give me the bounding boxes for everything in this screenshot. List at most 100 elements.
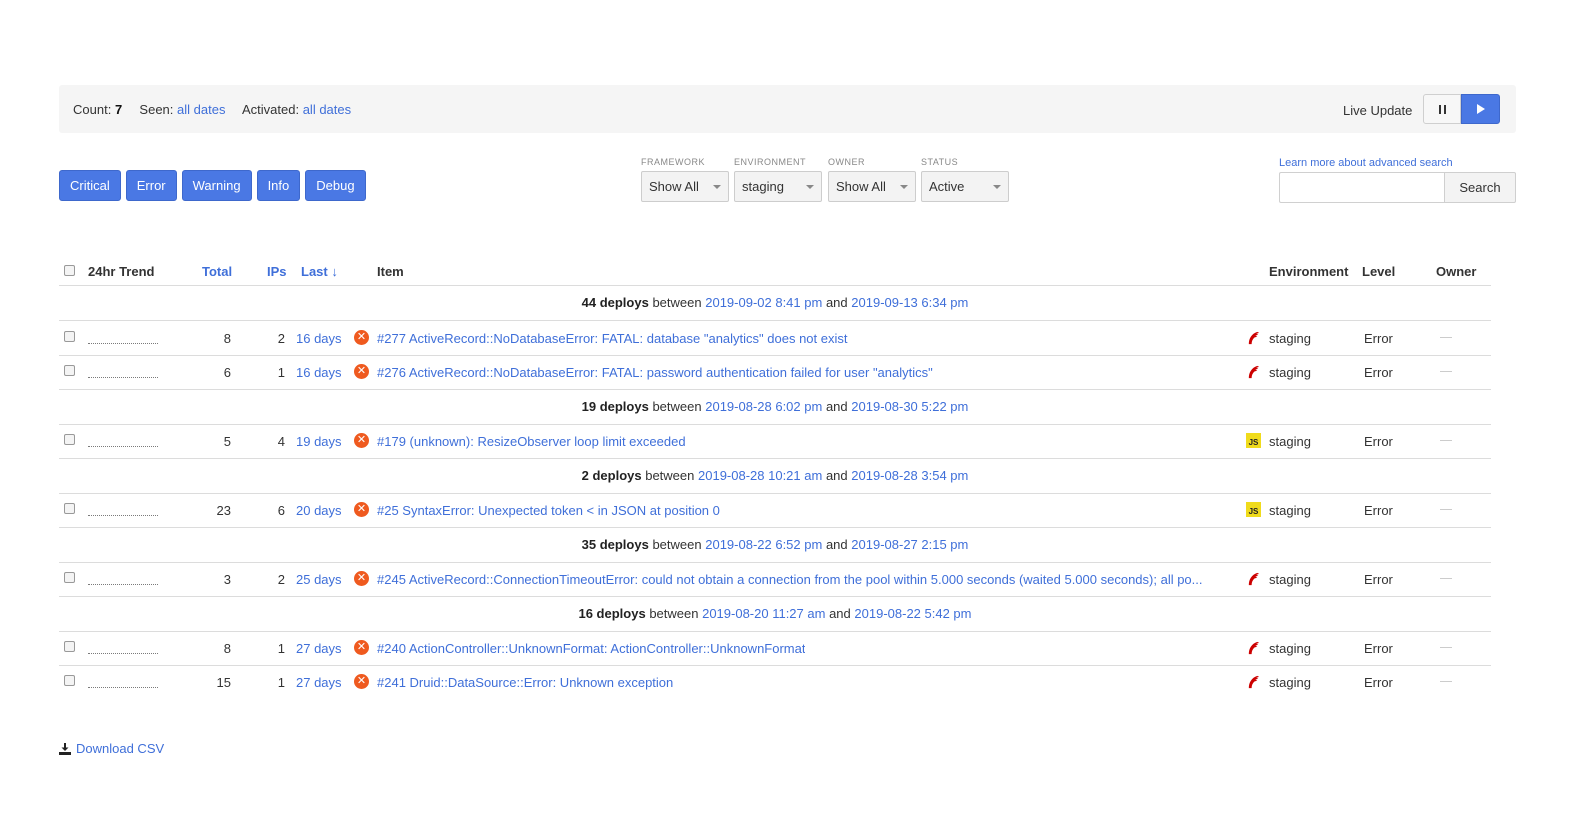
deploy-from-link[interactable]: 2019-08-20 11:27 am — [702, 606, 825, 621]
count-label: Count: — [73, 102, 112, 117]
chevron-down-icon — [806, 185, 814, 189]
deploy-count: 35 deploys — [581, 537, 649, 552]
live-update-controls — [1423, 94, 1500, 124]
deploy-to-link[interactable]: 2019-08-28 3:54 pm — [851, 468, 968, 483]
header-trend: 24hr Trend — [88, 264, 155, 279]
javascript-icon: JS — [1246, 502, 1261, 517]
deploy-from-link[interactable]: 2019-09-02 8:41 pm — [705, 295, 822, 310]
level-critical-button[interactable]: Critical — [59, 170, 121, 201]
row-level: Error — [1364, 365, 1393, 380]
deploy-to-link[interactable]: 2019-08-27 2:15 pm — [851, 537, 968, 552]
row-item-title[interactable]: #277 ActiveRecord::NoDatabaseError: FATA… — [377, 331, 848, 346]
error-level-icon: ✕ — [354, 433, 369, 448]
chevron-down-icon — [713, 185, 721, 189]
live-update-label: Live Update — [1343, 103, 1413, 118]
deploy-to-link[interactable]: 2019-09-13 6:34 pm — [851, 295, 968, 310]
row-item-title[interactable]: #179 (unknown): ResizeObserver loop limi… — [377, 434, 686, 449]
header-last[interactable]: Last ↓ — [301, 264, 338, 279]
deploy-to-link[interactable]: 2019-08-30 5:22 pm — [851, 399, 968, 414]
row-checkbox[interactable] — [64, 434, 75, 445]
rails-icon — [1248, 365, 1260, 379]
row-environment: staging — [1269, 572, 1311, 587]
row-last-seen[interactable]: 16 days — [296, 331, 342, 346]
row-item-title[interactable]: #240 ActionController::UnknownFormat: Ac… — [377, 641, 805, 656]
row-item-title[interactable]: #241 Druid::DataSource::Error: Unknown e… — [377, 675, 673, 690]
level-info-button[interactable]: Info — [256, 170, 301, 201]
row-ips: 4 — [277, 434, 285, 449]
row-last-seen[interactable]: 19 days — [296, 434, 342, 449]
row-ips: 1 — [277, 641, 285, 656]
select-all-checkbox[interactable] — [64, 265, 75, 276]
row-ips: 2 — [277, 331, 285, 346]
seen-dates-link[interactable]: all dates — [177, 102, 225, 117]
chevron-down-icon — [993, 185, 1001, 189]
row-last-seen[interactable]: 27 days — [296, 675, 342, 690]
row-owner-empty — [1440, 337, 1452, 338]
status-select[interactable]: Active — [921, 171, 1009, 202]
owner-filter-label: OWNER — [828, 157, 865, 167]
row-ips: 1 — [277, 365, 285, 380]
download-csv-link[interactable]: Download CSV — [76, 741, 164, 756]
row-checkbox[interactable] — [64, 572, 75, 583]
level-warning-button[interactable]: Warning — [181, 170, 252, 201]
row-checkbox[interactable] — [64, 503, 75, 514]
table-row: 6 1 16 days ✕ #276 ActiveRecord::NoDatab… — [59, 355, 1491, 390]
row-total: 6 — [223, 365, 231, 380]
rails-icon — [1248, 641, 1260, 655]
header-level: Level — [1362, 264, 1396, 279]
header-total[interactable]: Total — [202, 264, 232, 279]
row-last-seen[interactable]: 27 days — [296, 641, 342, 656]
level-error-button[interactable]: Error — [125, 170, 177, 201]
level-debug-button[interactable]: Debug — [305, 170, 366, 201]
header-ips[interactable]: IPs — [267, 264, 287, 279]
row-last-seen[interactable]: 20 days — [296, 503, 342, 518]
row-checkbox[interactable] — [64, 641, 75, 652]
deploy-from-link[interactable]: 2019-08-28 10:21 am — [698, 468, 822, 483]
row-total: 8 — [223, 641, 231, 656]
status-filter: STATUS Active — [921, 157, 1009, 202]
row-owner-empty — [1440, 578, 1452, 579]
framework-select[interactable]: Show All — [641, 171, 729, 202]
row-checkbox[interactable] — [64, 675, 75, 686]
framework-select-value: Show All — [649, 179, 699, 194]
play-button[interactable] — [1461, 94, 1500, 124]
row-checkbox[interactable] — [64, 331, 75, 342]
download-csv[interactable]: Download CSV — [59, 741, 164, 756]
row-last-seen[interactable]: 25 days — [296, 572, 342, 587]
environment-select[interactable]: staging — [734, 171, 822, 202]
deploy-from-link[interactable]: 2019-08-28 6:02 pm — [705, 399, 822, 414]
row-item-title[interactable]: #276 ActiveRecord::NoDatabaseError: FATA… — [377, 365, 933, 380]
deploy-and: and — [825, 399, 848, 414]
row-checkbox[interactable] — [64, 365, 75, 376]
deploy-to-link[interactable]: 2019-08-22 5:42 pm — [854, 606, 971, 621]
header-environment: Environment — [1269, 264, 1349, 279]
summary-bar: Count: 7 Seen: all dates Activated: all … — [59, 85, 1516, 133]
row-item-title[interactable]: #25 SyntaxError: Unexpected token < in J… — [377, 503, 720, 518]
row-environment: staging — [1269, 365, 1311, 380]
header-item: Item — [377, 264, 404, 279]
row-level: Error — [1364, 572, 1393, 587]
trend-sparkline — [88, 584, 158, 585]
framework-filter-label: FRAMEWORK — [641, 157, 705, 167]
pause-button[interactable] — [1423, 94, 1461, 124]
deploy-and: and — [825, 537, 848, 552]
sort-down-icon: ↓ — [331, 264, 338, 279]
activated-dates-link[interactable]: all dates — [303, 102, 351, 117]
trend-sparkline — [88, 687, 158, 688]
activated-label: Activated: — [241, 102, 300, 117]
deploy-from-link[interactable]: 2019-08-22 6:52 pm — [705, 537, 822, 552]
search-input[interactable] — [1279, 172, 1444, 203]
row-ips: 1 — [277, 675, 285, 690]
search-form: Search — [1279, 172, 1516, 203]
row-environment: staging — [1269, 675, 1311, 690]
deploy-and: and — [825, 295, 848, 310]
row-last-seen[interactable]: 16 days — [296, 365, 342, 380]
table-row: 5 4 19 days ✕ #179 (unknown): ResizeObse… — [59, 424, 1491, 459]
trend-sparkline — [88, 343, 158, 344]
advanced-search-link[interactable]: Learn more about advanced search — [1279, 157, 1453, 169]
search-button[interactable]: Search — [1444, 172, 1516, 203]
row-total: 5 — [223, 434, 231, 449]
owner-select[interactable]: Show All — [828, 171, 916, 202]
row-item-title[interactable]: #245 ActiveRecord::ConnectionTimeoutErro… — [377, 572, 1203, 587]
environment-filter-label: ENVIRONMENT — [734, 157, 807, 167]
